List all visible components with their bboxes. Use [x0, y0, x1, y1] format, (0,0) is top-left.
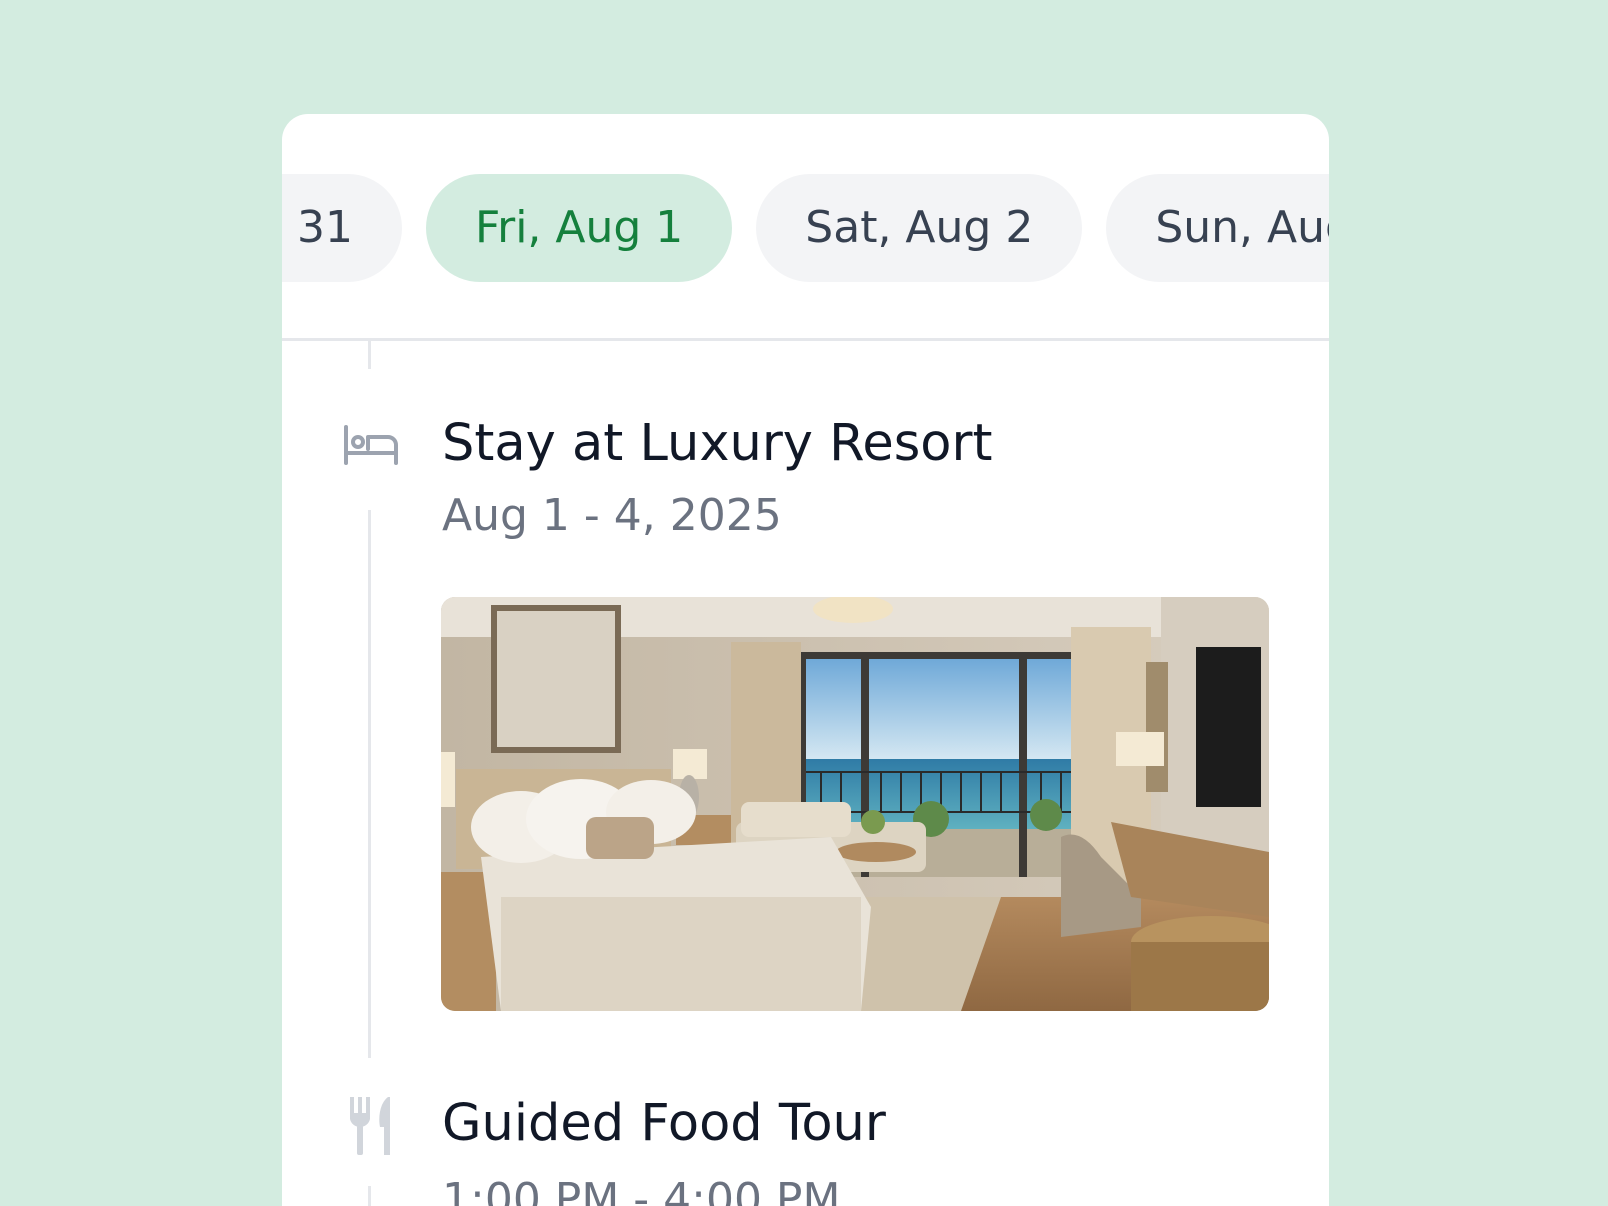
date-tab-jul-31[interactable]: 31 [282, 174, 402, 282]
itinerary-card: 31 Fri, Aug 1 Sat, Aug 2 Sun, Aug 3 Stay… [282, 114, 1329, 1206]
date-selector[interactable]: 31 Fri, Aug 1 Sat, Aug 2 Sun, Aug 3 [282, 114, 1329, 341]
item-time-food-tour: 1:00 PM - 4:00 PM [442, 1174, 841, 1206]
bed-icon [342, 417, 400, 475]
timeline-connector [368, 510, 371, 1058]
date-tab-aug-3[interactable]: Sun, Aug 3 [1106, 174, 1329, 282]
timeline-connector [368, 341, 371, 369]
timeline-connector [368, 1186, 371, 1206]
item-dates-resort: Aug 1 - 4, 2025 [442, 490, 782, 541]
item-title-food-tour[interactable]: Guided Food Tour [442, 1094, 886, 1153]
date-track: 31 Fri, Aug 1 Sat, Aug 2 Sun, Aug 3 [282, 174, 1329, 282]
fork-knife-icon [348, 1097, 406, 1155]
item-title-resort[interactable]: Stay at Luxury Resort [442, 414, 992, 473]
date-tab-aug-2[interactable]: Sat, Aug 2 [756, 174, 1083, 282]
hotel-room-ocean-view-image[interactable] [441, 597, 1269, 1011]
date-tab-aug-1[interactable]: Fri, Aug 1 [426, 174, 733, 282]
